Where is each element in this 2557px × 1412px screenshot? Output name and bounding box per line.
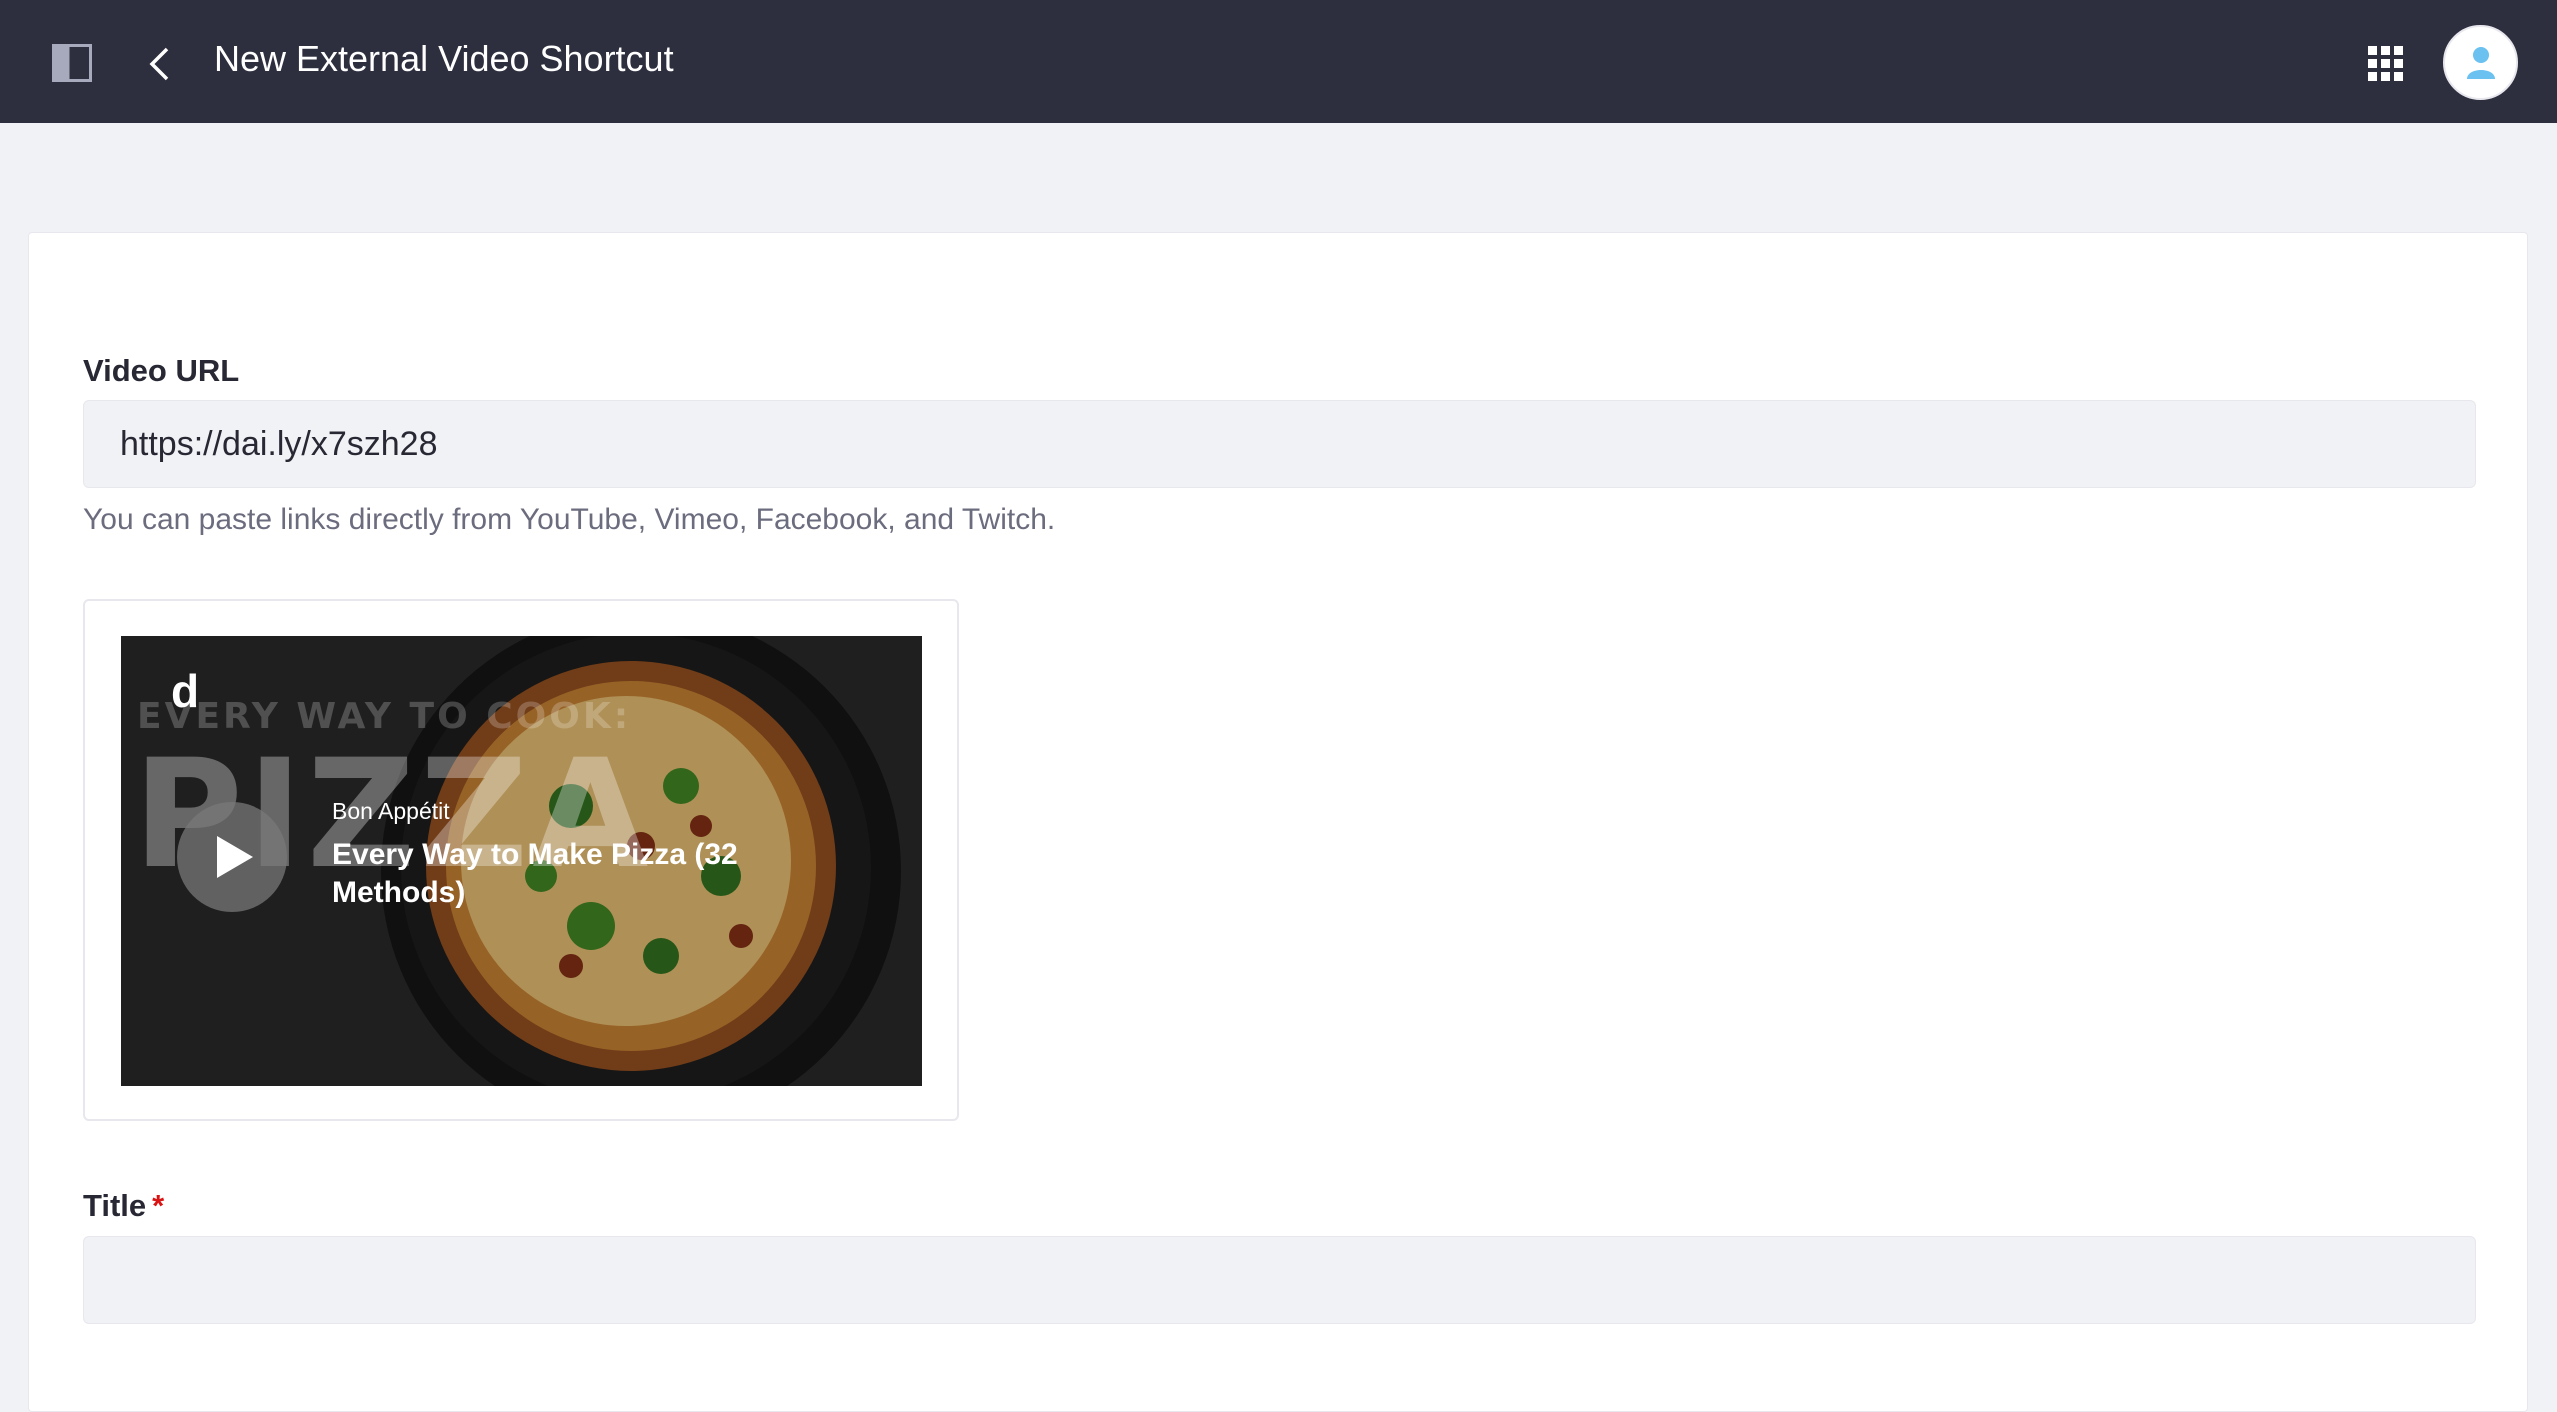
provider-logo: d	[171, 665, 200, 717]
user-icon	[2467, 47, 2495, 79]
form-card: Video URL You can paste links directly f…	[28, 232, 2528, 1412]
video-url-input[interactable]	[83, 400, 2476, 488]
required-marker: *	[152, 1188, 165, 1223]
video-preview-card: EVERY WAY TO COOK: PIZZA d Bon Appétit E…	[83, 599, 959, 1121]
video-channel: Bon Appétit	[332, 798, 450, 824]
video-title: Every Way to Make Pizza (32 Methods)	[332, 838, 738, 909]
top-header-bar: New External Video Shortcut	[0, 0, 2557, 123]
page-title: New External Video Shortcut	[214, 38, 674, 79]
back-arrow-icon[interactable]	[145, 46, 175, 82]
play-icon	[217, 836, 253, 878]
user-avatar[interactable]	[2443, 25, 2518, 100]
video-url-help-text: You can paste links directly from YouTub…	[83, 503, 1056, 536]
title-label: Title *	[83, 1188, 164, 1224]
video-url-label: Video URL	[83, 353, 240, 388]
apps-grid-icon[interactable]	[2368, 46, 2404, 82]
title-label-text: Title	[83, 1188, 147, 1223]
video-thumbnail[interactable]: EVERY WAY TO COOK: PIZZA d Bon Appétit E…	[121, 636, 922, 1086]
title-input[interactable]	[83, 1236, 2476, 1324]
play-button[interactable]	[177, 802, 287, 912]
sidebar-toggle-icon[interactable]	[52, 44, 92, 82]
